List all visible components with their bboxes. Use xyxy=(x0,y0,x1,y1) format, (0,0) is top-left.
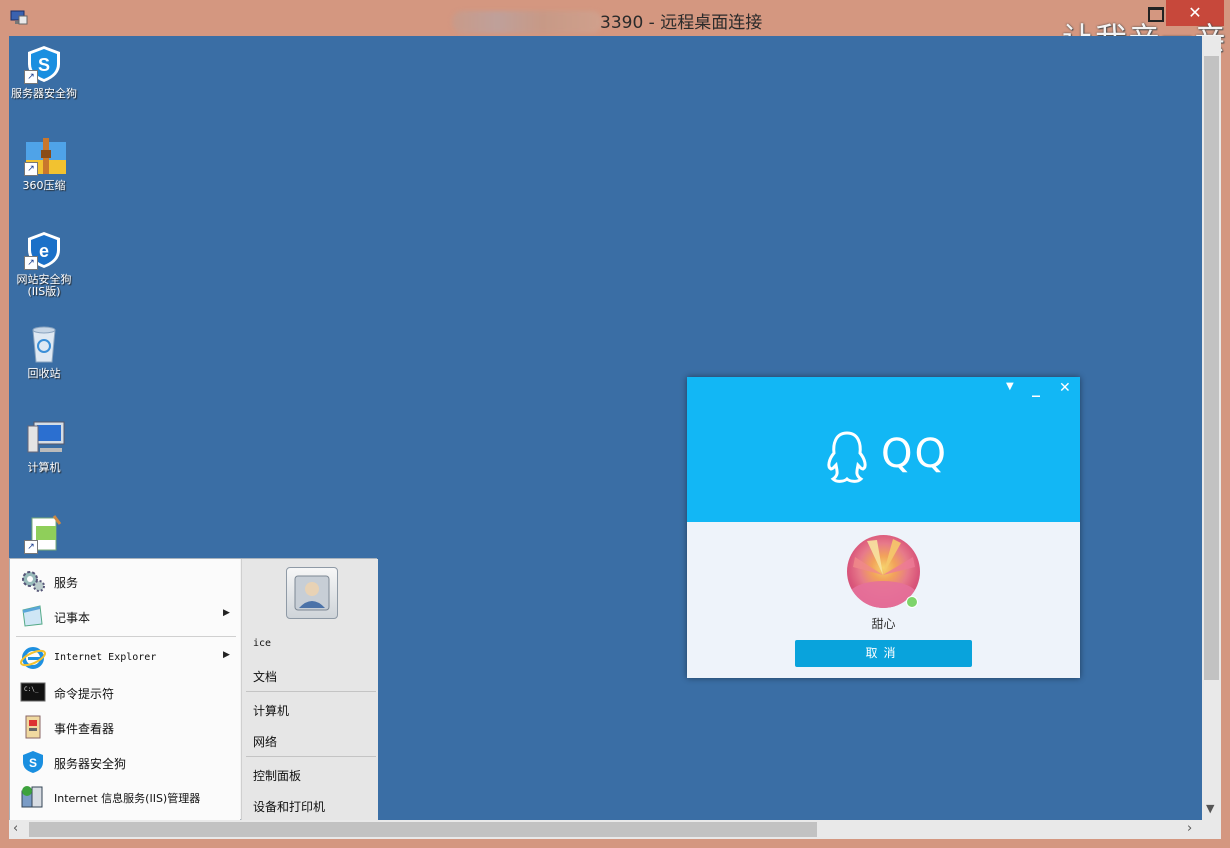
start-item-event-viewer[interactable]: 事件查看器 xyxy=(16,712,238,742)
start-item-label: 服务器安全狗 xyxy=(54,757,127,771)
start-item-notepad[interactable]: 记事本 ▶ xyxy=(16,601,238,631)
user-avatar[interactable] xyxy=(286,567,338,619)
start-right-documents[interactable]: 文档 xyxy=(253,668,277,685)
ie-icon xyxy=(20,647,46,669)
qq-logo: QQ xyxy=(823,429,953,489)
start-right-user[interactable]: ice xyxy=(253,638,271,649)
online-status-dot xyxy=(906,596,918,608)
vertical-scroll-thumb[interactable] xyxy=(1204,56,1219,680)
submenu-arrow-icon: ▶ xyxy=(223,650,230,660)
qq-logo-text: QQ xyxy=(881,431,948,477)
shield-s-icon: S xyxy=(23,751,43,773)
desktop-icon-label: 回收站 xyxy=(27,367,61,380)
start-item-label: 记事本 xyxy=(54,611,91,625)
desktop-icon-recycle-bin[interactable]: 回收站 xyxy=(9,324,79,380)
start-item-label: Internet Explorer xyxy=(54,652,157,663)
scrollbar-corner xyxy=(1202,820,1221,839)
minimize-icon[interactable]: _ xyxy=(1032,378,1040,397)
computer-icon xyxy=(27,421,65,453)
start-item-cmd[interactable]: C:\_ 命令提示符 xyxy=(16,677,238,707)
shortcut-arrow-icon: ↗ xyxy=(24,162,38,176)
desktop-icon-360zip[interactable]: ↗ 360压缩 xyxy=(9,136,79,192)
qq-login-dialog: ▼ _ ✕ QQ 甜心 取消 xyxy=(687,377,1080,678)
scroll-right-arrow-icon[interactable]: › xyxy=(1187,821,1192,836)
desktop-icon-computer[interactable]: 计算机 xyxy=(9,418,79,474)
start-item-label: 服务 xyxy=(54,576,79,590)
desktop-icon-label: 网站安全狗 (IIS版) xyxy=(16,273,72,298)
cmd-icon: C:\_ xyxy=(20,682,46,702)
start-menu-divider xyxy=(246,756,376,757)
start-right-computer[interactable]: 计算机 xyxy=(253,702,289,719)
start-right-control-panel[interactable]: 控制面板 xyxy=(253,767,301,784)
desktop-icon-label: 计算机 xyxy=(27,461,61,474)
cancel-button[interactable]: 取消 xyxy=(795,640,972,667)
svg-text:C:\_: C:\_ xyxy=(24,686,39,693)
start-item-label: 命令提示符 xyxy=(54,687,115,701)
start-menu-divider xyxy=(16,636,236,637)
svg-text:S: S xyxy=(29,756,37,770)
desktop-icon-website-safedog[interactable]: e ↗ 网站安全狗 (IIS版) xyxy=(9,230,79,298)
horizontal-scrollbar[interactable]: ‹ › xyxy=(9,820,1202,839)
start-item-label: Internet 信息服务(IIS)管理器 xyxy=(54,792,201,805)
start-right-network[interactable]: 网络 xyxy=(253,733,277,750)
redacted-host xyxy=(452,11,602,33)
scroll-left-arrow-icon[interactable]: ‹ xyxy=(13,821,18,836)
desktop-icon-server-safedog[interactable]: S ↗ 服务器安全狗 xyxy=(9,44,79,100)
recycle-bin-icon xyxy=(32,326,56,363)
qq-penguin-icon xyxy=(827,431,867,483)
start-item-ie[interactable]: Internet Explorer ▶ xyxy=(16,643,238,673)
start-item-server-safedog[interactable]: S 服务器安全狗 xyxy=(16,747,238,777)
shortcut-arrow-icon: ↗ xyxy=(24,256,38,270)
start-item-label: 事件查看器 xyxy=(54,722,115,736)
qq-user-name: 甜心 xyxy=(871,617,896,631)
remote-desktop-icon[interactable] xyxy=(10,9,28,27)
vertical-scrollbar[interactable]: ▼ xyxy=(1202,36,1221,820)
start-menu-programs: 服务 记事本 ▶ Internet Explorer ▶ C:\_ 命令提示符 … xyxy=(10,559,240,821)
qq-header: ▼ _ ✕ QQ xyxy=(687,377,1080,522)
start-item-iis-manager[interactable]: Internet 信息服务(IIS)管理器 xyxy=(16,782,238,812)
services-gear-icon xyxy=(22,571,45,592)
title-bar: 3390 - 远程桌面连接 ✕ 让我亲一亲 xyxy=(0,0,1230,58)
close-icon[interactable]: ✕ xyxy=(1059,380,1071,396)
desktop-icon-notepad-app[interactable]: ↗ xyxy=(9,514,79,558)
shortcut-arrow-icon: ↗ xyxy=(24,540,38,554)
window-title: 3390 - 远程桌面连接 xyxy=(600,13,763,33)
svg-text:S: S xyxy=(38,55,50,75)
start-item-services[interactable]: 服务 xyxy=(16,566,238,596)
submenu-arrow-icon: ▶ xyxy=(223,608,230,618)
dropdown-arrow-icon[interactable]: ▼ xyxy=(1006,381,1014,392)
start-menu-places: ice 文档 计算机 网络 控制面板 设备和打印机 xyxy=(241,559,378,821)
desktop-icon-label: 360压缩 xyxy=(22,179,66,192)
iis-icon xyxy=(21,786,43,808)
notepad-icon xyxy=(22,605,43,627)
horizontal-scroll-thumb[interactable] xyxy=(29,822,817,837)
shortcut-arrow-icon: ↗ xyxy=(24,70,38,84)
start-menu-divider xyxy=(246,691,376,692)
start-right-devices-printers[interactable]: 设备和打印机 xyxy=(253,798,325,815)
desktop-icon-label: 服务器安全狗 xyxy=(11,87,77,100)
user-icon xyxy=(294,575,330,611)
event-viewer-icon xyxy=(25,715,41,739)
svg-text:e: e xyxy=(39,241,49,261)
start-menu: 服务 记事本 ▶ Internet Explorer ▶ C:\_ 命令提示符 … xyxy=(9,558,378,821)
scroll-down-arrow-icon[interactable]: ▼ xyxy=(1206,802,1214,815)
